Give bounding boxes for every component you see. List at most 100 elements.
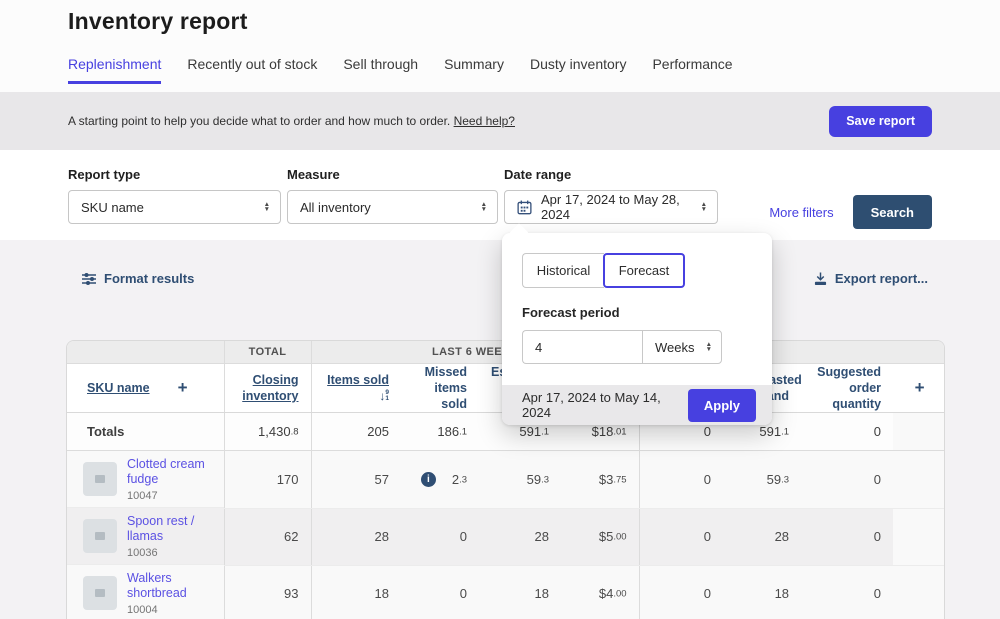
tab-performance[interactable]: Performance	[652, 56, 732, 84]
add-column-cell: +	[893, 363, 944, 414]
suggested-order-cell: 0	[801, 508, 894, 566]
empty-cell	[893, 450, 944, 509]
date-range-group: Date range Apr 17, 2024 to May 28, 2024 …	[504, 167, 718, 224]
range-mode-toggle: Historical Forecast	[522, 253, 752, 288]
column-header-closing-inventory[interactable]: Closing inventory	[223, 363, 311, 414]
column-header-suggested-order-quantity[interactable]: Suggested order quantity	[801, 363, 894, 414]
hidden-col-cell: 0	[638, 565, 724, 619]
column-header-sku-name[interactable]: SKU name +	[67, 363, 224, 414]
stepper-icon[interactable]: ▲ ▼	[473, 201, 487, 213]
inventory-report-page: Inventory report Replenishment Recently …	[0, 0, 1000, 619]
content-area: Format results Export report... TOTAL LA…	[0, 240, 1000, 619]
stepper-icon[interactable]: ▲ ▼	[256, 201, 270, 213]
forecast-range-preview: Apr 17, 2024 to May 14, 2024	[522, 390, 661, 420]
table-row: Clotted cream fudge 10047 170 57 i 2.3 5…	[67, 450, 944, 509]
product-thumbnail	[83, 519, 117, 554]
items-sold-cell: 57	[310, 450, 401, 509]
table-toolbar: Format results Export report...	[0, 240, 1000, 286]
measure-group: Measure All inventory ▲ ▼	[287, 167, 498, 224]
popover-footer: Apr 17, 2024 to May 14, 2024 Apply	[502, 385, 772, 425]
forecasted-demand-cell: 18	[723, 565, 802, 619]
sort-icon[interactable]: ↓ 9 1	[379, 390, 389, 402]
product-sku: 10004	[127, 603, 158, 616]
page-title: Inventory report	[68, 8, 248, 34]
product-sku: 10036	[127, 546, 158, 559]
tab-bar: Replenishment Recently out of stock Sell…	[68, 56, 1000, 84]
stepper-icon[interactable]: ▲ ▼	[693, 201, 707, 213]
closing-inventory-cell: 170	[223, 450, 311, 509]
report-type-label: Report type	[68, 167, 141, 182]
empty-cell	[893, 412, 944, 452]
price-cell: $3.75	[561, 450, 640, 509]
product-link[interactable]: Clotted cream fudge	[127, 457, 212, 488]
product-sku: 10047	[127, 489, 158, 502]
tab-sell-through[interactable]: Sell through	[343, 56, 418, 84]
price-cell: $5.00	[561, 508, 640, 566]
totals-suggested-order-quantity: 0	[801, 412, 894, 452]
product-thumbnail	[83, 462, 117, 497]
export-report-button[interactable]: Export report...	[814, 271, 928, 286]
column-header-missed-items-sold[interactable]: Missed items sold	[401, 363, 479, 414]
forecasted-demand-cell: 59.3	[723, 450, 802, 509]
historical-toggle-button[interactable]: Historical	[522, 253, 604, 288]
hidden-col-cell: 0	[638, 508, 724, 566]
estimated-items-cell: 28	[479, 508, 561, 566]
suggested-order-cell: 0	[801, 565, 894, 619]
totals-missed-items-sold: 186.1	[401, 412, 479, 452]
group-header-total: TOTAL	[223, 341, 311, 364]
product-thumbnail	[83, 576, 117, 611]
estimated-items-cell: 18	[479, 565, 561, 619]
date-range-label: Date range	[504, 167, 572, 182]
add-column-icon[interactable]: +	[915, 378, 925, 397]
column-header-items-sold[interactable]: Items sold ↓ 9 1	[310, 363, 401, 414]
sliders-icon	[82, 272, 96, 286]
apply-button[interactable]: Apply	[687, 388, 756, 422]
estimated-items-cell: 59.3	[479, 450, 561, 509]
closing-inventory-cell: 93	[223, 565, 311, 619]
table-row: Spoon rest / llamas 10036 62 28 0 28 $5.…	[67, 508, 944, 566]
search-button[interactable]: Search	[852, 195, 932, 229]
missed-items-cell: 0	[401, 565, 479, 619]
date-range-select[interactable]: Apr 17, 2024 to May 28, 2024 ▲ ▼	[504, 190, 718, 224]
missed-items-cell: i 2.3	[401, 450, 479, 509]
calendar-icon	[517, 200, 532, 215]
forecasted-demand-cell: 28	[723, 508, 802, 566]
price-cell: $4.00	[561, 565, 640, 619]
stepper-icon[interactable]: ▲ ▼	[698, 341, 712, 353]
product-cell: Walkers shortbread 10004	[67, 565, 224, 619]
report-type-group: Report type SKU name ▲ ▼	[68, 167, 281, 224]
hidden-col-cell: 0	[638, 450, 724, 509]
page-header: Inventory report Replenishment Recently …	[0, 0, 1000, 92]
format-results-button[interactable]: Format results	[82, 271, 194, 286]
product-cell: Clotted cream fudge 10047	[67, 451, 224, 509]
filter-bar: Report type SKU name ▲ ▼ Measure All inve…	[0, 150, 1000, 240]
product-cell: Spoon rest / llamas 10036	[67, 508, 224, 566]
need-help-link[interactable]: Need help?	[454, 114, 515, 128]
tab-summary[interactable]: Summary	[444, 56, 504, 84]
totals-items-sold: 205	[310, 412, 401, 452]
forecast-toggle-button[interactable]: Forecast	[603, 253, 685, 288]
download-icon	[814, 272, 827, 286]
product-link[interactable]: Walkers shortbread	[127, 571, 212, 602]
date-range-popover: Historical Forecast Forecast period Week…	[502, 223, 772, 425]
tab-recently-out-of-stock[interactable]: Recently out of stock	[187, 56, 317, 84]
measure-select[interactable]: All inventory ▲ ▼	[287, 190, 498, 224]
more-filters-link[interactable]: More filters	[769, 205, 833, 220]
totals-closing-inventory: 1,430.8	[223, 412, 311, 452]
forecast-period-input[interactable]	[522, 330, 642, 364]
report-type-select[interactable]: SKU name ▲ ▼	[68, 190, 281, 224]
items-sold-cell: 18	[310, 565, 401, 619]
suggested-order-cell: 0	[801, 450, 894, 509]
tab-replenishment[interactable]: Replenishment	[68, 56, 162, 84]
forecast-unit-select[interactable]: Weeks ▲ ▼	[642, 330, 722, 364]
info-banner: A starting point to help you decide what…	[0, 92, 1000, 150]
items-sold-cell: 28	[310, 508, 401, 566]
empty-cell	[893, 508, 944, 566]
banner-text: A starting point to help you decide what…	[68, 114, 515, 128]
save-report-button[interactable]: Save report	[829, 105, 932, 137]
product-link[interactable]: Spoon rest / llamas	[127, 514, 212, 545]
group-header-blank	[67, 341, 224, 364]
tab-dusty-inventory[interactable]: Dusty inventory	[530, 56, 626, 84]
add-column-icon[interactable]: +	[178, 379, 188, 396]
info-icon[interactable]: i	[420, 472, 436, 487]
